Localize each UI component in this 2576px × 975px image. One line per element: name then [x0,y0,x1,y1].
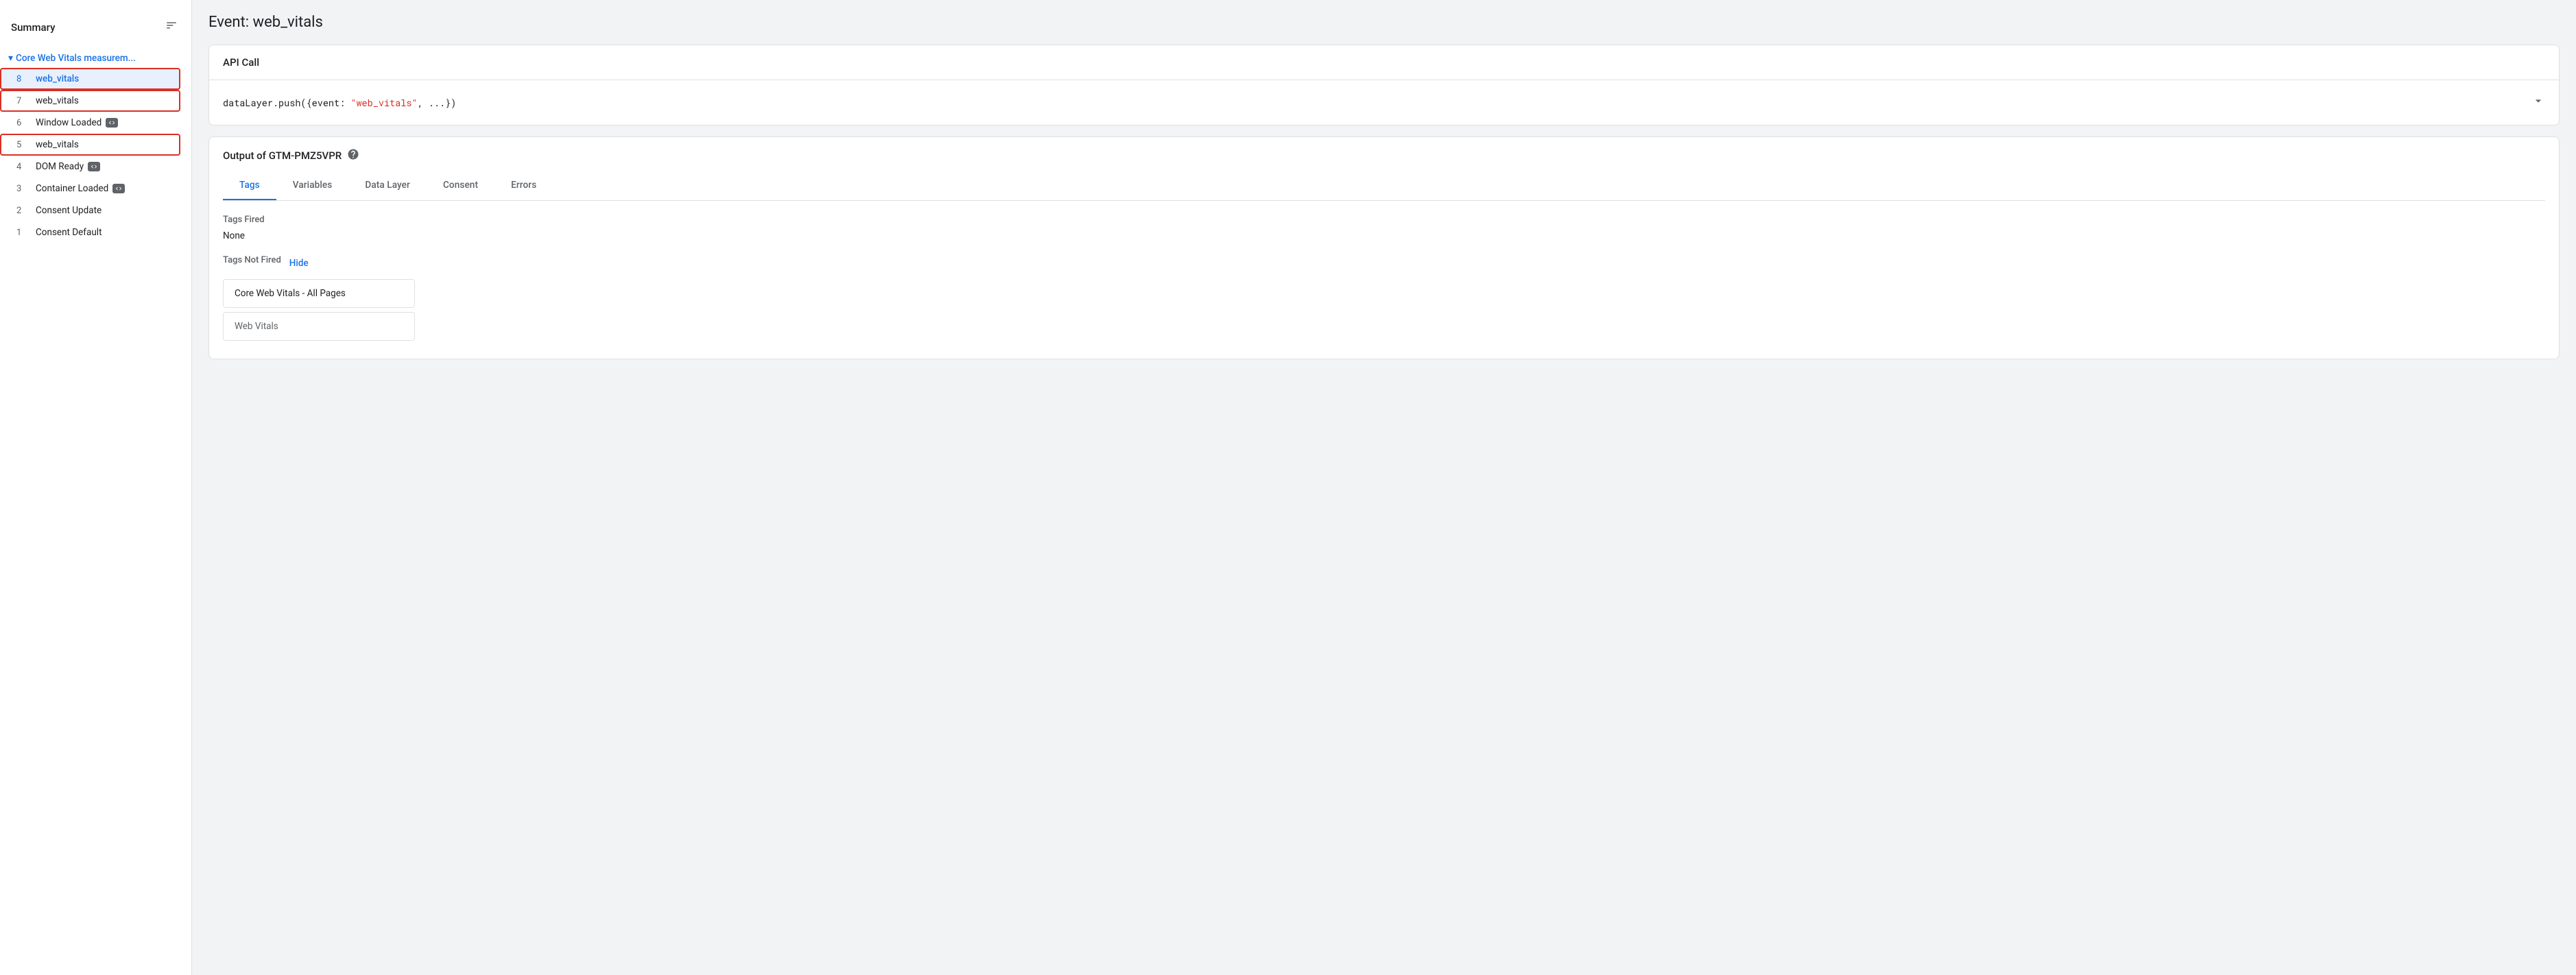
code-string: "web_vitals" [350,97,417,109]
tag-item-core-web-vitals[interactable]: Core Web Vitals - All Pages [223,279,415,308]
code-badge-4 [88,162,100,171]
item-number-1: 1 [16,228,30,238]
tab-consent[interactable]: Consent [427,171,494,200]
item-number-4: 4 [16,162,30,172]
item-label-2: Consent Update [36,205,102,216]
tab-errors[interactable]: Errors [494,171,553,200]
item-number-8: 8 [16,74,30,84]
tags-content: Tags Fired None Tags Not Fired Hide Core… [209,201,2559,359]
sidebar-item-4[interactable]: 4 DOM Ready [0,156,186,178]
code-prefix: dataLayer.push({event: [223,97,350,109]
api-call-code: dataLayer.push({event: "web_vitals", ...… [223,97,456,109]
item-number-3: 3 [16,184,30,194]
item-label-4: DOM Ready [36,161,84,172]
item-label-8: web_vitals [36,73,79,84]
output-title: Output of GTM-PMZ5VPR [223,148,2545,163]
item-label-5: web_vitals [36,139,79,150]
sidebar-item-3[interactable]: 3 Container Loaded [0,178,186,200]
sidebar-header: Summary [0,11,191,49]
tag-item-web-vitals[interactable]: Web Vitals [223,312,415,341]
chevron-down-icon [2531,94,2545,108]
hide-link[interactable]: Hide [289,258,309,269]
item-label-3: Container Loaded [36,183,108,194]
main-content: Event: web_vitals API Call dataLayer.pus… [192,0,2576,975]
sidebar-group-header[interactable]: ▾ Core Web Vitals measurem... [0,49,191,68]
help-icon[interactable] [347,148,359,163]
code-badge-3 [112,184,125,193]
filter-icon [165,19,178,32]
sidebar-item-5[interactable]: 5 web_vitals [0,134,180,156]
sidebar-title: Summary [11,21,55,34]
filter-button[interactable] [163,16,180,38]
tags-not-fired-header: Tags Not Fired Hide [223,255,2545,271]
output-title-text: Output of GTM-PMZ5VPR [223,149,342,162]
sidebar-item-8[interactable]: 8 web_vitals [0,68,180,90]
code-badge-6 [106,118,118,128]
tab-variables[interactable]: Variables [276,171,349,200]
tags-fired-none: None [223,230,2545,241]
sidebar-item-2[interactable]: 2 Consent Update [0,200,186,221]
tab-tags[interactable]: Tags [223,171,276,200]
tags-not-fired-label: Tags Not Fired [223,255,281,265]
expand-api-button[interactable] [2531,94,2545,111]
tags-fired-label: Tags Fired [223,215,2545,225]
output-card: Output of GTM-PMZ5VPR Tags Variables Dat… [208,136,2560,359]
item-number-5: 5 [16,140,30,150]
api-call-header: API Call [209,45,2559,80]
chevron-icon: ▾ [8,53,13,64]
item-label-7: web_vitals [36,95,79,106]
item-number-7: 7 [16,96,30,106]
sidebar-item-1[interactable]: 1 Consent Default [0,221,186,243]
sidebar: Summary ▾ Core Web Vitals measurem... 8 … [0,0,192,975]
item-label-6: Window Loaded [36,117,102,128]
sidebar-item-6[interactable]: 6 Window Loaded [0,112,186,134]
item-number-6: 6 [16,118,30,128]
group-label: Core Web Vitals measurem... [16,53,136,64]
page-title: Event: web_vitals [208,14,2560,31]
item-label-1: Consent Default [36,227,102,238]
tab-data-layer[interactable]: Data Layer [348,171,427,200]
sidebar-item-7[interactable]: 7 web_vitals [0,90,180,112]
api-call-body: dataLayer.push({event: "web_vitals", ...… [209,80,2559,125]
api-call-card: API Call dataLayer.push({event: "web_vit… [208,45,2560,125]
code-suffix: , ...}) [418,97,457,109]
output-header: Output of GTM-PMZ5VPR Tags Variables Dat… [209,137,2559,201]
item-number-2: 2 [16,206,30,216]
output-tabs: Tags Variables Data Layer Consent Errors [223,171,2545,201]
